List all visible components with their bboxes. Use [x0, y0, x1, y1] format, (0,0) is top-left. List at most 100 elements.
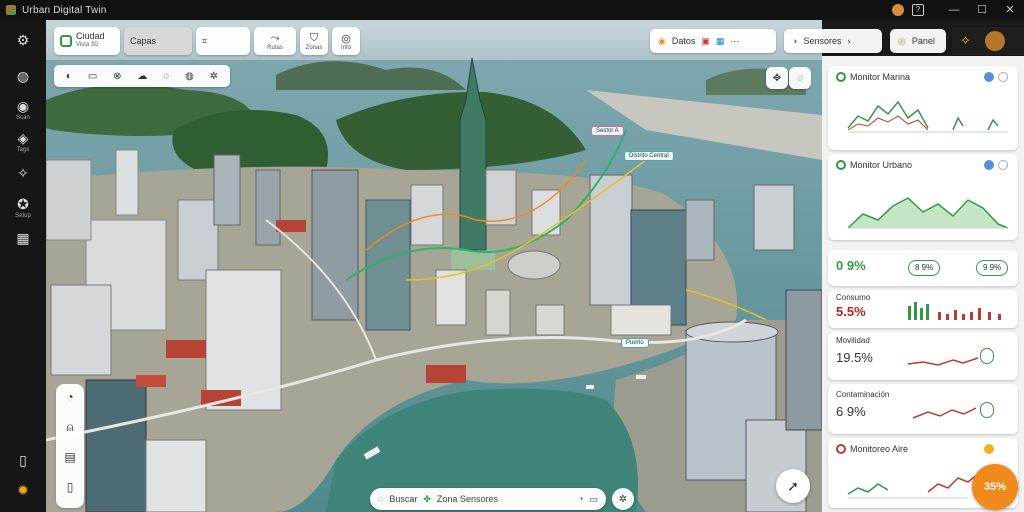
card-mobility[interactable]: Movilidad 19.5% — [828, 332, 1018, 380]
mic-icon[interactable]: ▭ — [589, 494, 598, 505]
pollution-chip[interactable] — [980, 402, 994, 418]
city-scene — [46, 20, 822, 512]
tag-icon: ◈ — [17, 130, 29, 146]
index-chip-2[interactable]: 9 9% — [976, 260, 1009, 276]
layers-label: Capas — [130, 36, 157, 46]
star-icon[interactable]: ✧ — [960, 33, 971, 49]
photo-icon[interactable]: ▭ — [88, 71, 97, 82]
zones-button[interactable]: ⛉ Zonas — [300, 27, 328, 55]
city-map-view[interactable]: Sector A Distrito Central Puerto — [46, 20, 822, 512]
minimize-button[interactable]: — — [940, 0, 968, 20]
grid-icon: ▦ — [16, 230, 30, 246]
card-pollution[interactable]: Contaminación 6 9% — [828, 384, 1018, 434]
map-label-district[interactable]: Distrito Central — [624, 151, 674, 161]
help-icon[interactable]: ? — [912, 4, 924, 16]
analytics-panel: Monitor Marina Monitor Urbano 0 9% 8 9% … — [822, 56, 1024, 512]
rail-item-pins[interactable]: ✧ — [10, 165, 36, 181]
city-sublabel: Vista 3D — [76, 42, 99, 48]
data-toolbar: ◉ Datos ▣ ▦ ⋯ — [650, 29, 776, 53]
panel-label: Panel — [911, 36, 935, 46]
panel-toolbar[interactable]: ◎ Panel — [890, 29, 946, 53]
city-label: Ciudad — [76, 31, 105, 41]
index-value: 0 9% — [836, 258, 866, 273]
more-icon[interactable]: ⋯ — [730, 36, 739, 47]
rail-item-sun[interactable]: ✹ — [10, 482, 36, 498]
lock-icon[interactable]: ▣ — [701, 36, 710, 47]
gear-icon: ✲ — [618, 493, 628, 505]
app-logo-icon — [6, 5, 16, 15]
search-label: Buscar — [389, 494, 418, 504]
rail-item-globe[interactable]: ◍ — [10, 68, 36, 84]
card-consumption[interactable]: Consumo 5.5% — [828, 290, 1018, 328]
city-view-button[interactable]: Ciudad Vista 3D — [54, 27, 120, 55]
title-bar: Urban Digital Twin ? — ☐ ✕ — [0, 0, 1024, 20]
mobility-chip[interactable] — [980, 348, 994, 364]
info-button[interactable]: ◎ Info — [332, 27, 360, 55]
sensors-toolbar[interactable]: ◑ Sensores › — [784, 29, 882, 53]
map-label-port[interactable]: Puerto — [621, 338, 649, 348]
top-toolbar: Ciudad Vista 3D Capas ⌗ ⤳ Rutas ⛉ Zonas … — [54, 27, 360, 57]
card-index[interactable]: 0 9% 8 9% 9 9% — [828, 250, 1018, 286]
camera-icon: ◉ — [16, 98, 30, 114]
gear-icon: ⚙ — [16, 32, 30, 48]
arrow-icon: › — [847, 36, 851, 46]
vertical-tools: ◔ ⍝ ▤ ▯ — [56, 384, 84, 508]
folder-icon[interactable]: ▤ — [56, 450, 84, 464]
map-tools-bar: ◐ ▭ ⊗ ☁ ◌ ◍ ✲ — [54, 65, 230, 87]
compass-icon: ✥ — [772, 72, 782, 84]
sun-icon: ✹ — [17, 482, 29, 498]
settings-icon: ✪ — [17, 196, 29, 212]
layers-tab[interactable]: Capas — [124, 27, 192, 55]
urban-chart — [847, 197, 1009, 229]
globe-icon: ◍ — [16, 68, 30, 84]
pin-icon[interactable]: ⊗ — [113, 71, 121, 82]
shield-icon: ⛉ — [309, 31, 319, 44]
routes-icon: ⤳ — [270, 31, 280, 44]
draw-icon[interactable]: ◔ — [56, 390, 84, 404]
left-rail: ⚙ ◍ ◉ Scan ◈ Tags ✧ ✪ Setup ▦ ▯ ✹ — [0, 20, 46, 512]
map-label-sector[interactable]: Sector A — [591, 126, 624, 136]
profile-avatar[interactable] — [984, 31, 1005, 51]
location-button[interactable]: ◌ — [789, 67, 811, 89]
close-button[interactable]: ✕ — [996, 0, 1024, 20]
navigate-fab[interactable]: ➚ — [776, 469, 810, 503]
coin-icon[interactable]: ◉ — [658, 36, 666, 47]
rail-item-scan[interactable]: ◉ Scan — [10, 98, 36, 121]
rail-item-bookmark[interactable]: ▯ — [10, 452, 36, 468]
maximize-button[interactable]: ☐ — [968, 0, 996, 20]
calendar-icon[interactable]: ▦ — [716, 36, 725, 47]
window-title: Urban Digital Twin — [22, 4, 107, 16]
compass-button[interactable]: ✥ — [766, 67, 788, 89]
info-icon: ◎ — [341, 32, 351, 45]
summary-fab[interactable]: 35% — [972, 464, 1018, 510]
pin-icon: ✧ — [17, 165, 29, 181]
panel-icon: ◎ — [898, 35, 906, 46]
card-urban-monitor[interactable]: Monitor Urbano — [828, 154, 1018, 240]
rail-item-setup[interactable]: ✪ Setup — [10, 196, 36, 219]
navigate-icon: ➚ — [787, 477, 799, 494]
layers-icon[interactable]: ◐ — [66, 71, 72, 82]
rail-item-grid[interactable]: ▦ — [10, 230, 36, 246]
routes-button[interactable]: ⤳ Rutas — [254, 27, 296, 55]
rail-item-tags[interactable]: ◈ Tags — [10, 130, 36, 153]
city-icon — [60, 35, 72, 47]
index-chip-1[interactable]: 8 9% — [908, 260, 941, 276]
search-bar[interactable]: ◌ Buscar ✤ Zona Sensores ◔ ▭ — [370, 488, 606, 510]
chat-icon[interactable]: ◌ — [163, 71, 169, 82]
cloud-icon[interactable]: ☁ — [137, 71, 147, 82]
rail-item-settings[interactable]: ⚙ — [10, 32, 36, 48]
map-frame-icon: ⌗ — [202, 35, 208, 46]
settings-fab[interactable]: ✲ — [612, 488, 634, 510]
battery-icon[interactable]: ▯ — [56, 480, 84, 494]
search-input[interactable]: Zona Sensores — [437, 494, 572, 504]
marine-chart — [847, 100, 1008, 133]
search-icon: ◌ — [378, 494, 384, 504]
bag-icon[interactable]: ⍝ — [56, 420, 84, 435]
chat-icon[interactable]: ◔ — [578, 494, 583, 504]
card-marine-monitor[interactable]: Monitor Marina — [828, 66, 1018, 150]
user-avatar[interactable] — [892, 4, 904, 16]
map-tab[interactable]: ⌗ — [196, 27, 250, 55]
cog-icon[interactable]: ✲ — [210, 71, 218, 82]
bookmark-icon: ▯ — [19, 452, 27, 468]
eye-icon[interactable]: ◍ — [185, 71, 194, 82]
